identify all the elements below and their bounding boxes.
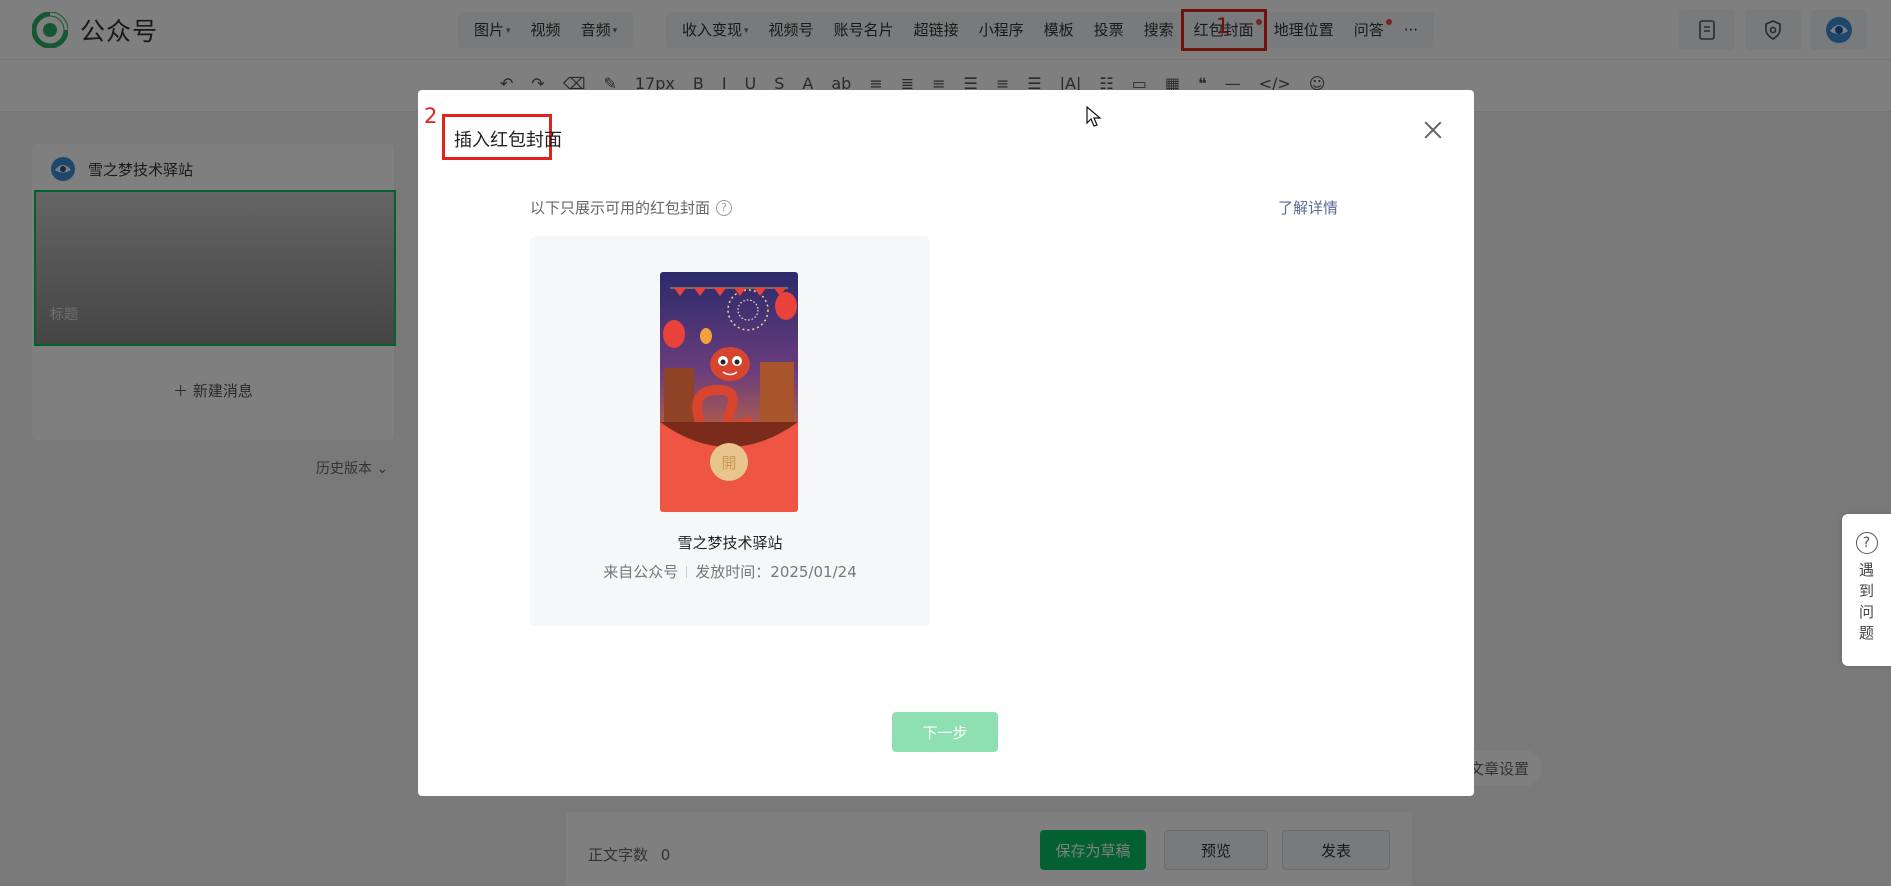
next-step-label: 下一步 [922, 723, 968, 742]
available-covers-hint: 以下只展示可用的红包封面 ? [530, 197, 733, 218]
cover-illustration: 開 [660, 272, 798, 512]
help-icon: ? [1855, 532, 1878, 554]
divider [686, 566, 688, 578]
cover-issue-time-label: 发放时间： [695, 563, 771, 581]
mouse-cursor-icon [1086, 106, 1102, 127]
learn-more-link[interactable]: 了解详情 [1278, 197, 1338, 218]
hint-text: 以下只展示可用的红包封面 [530, 199, 711, 217]
svg-text:開: 開 [721, 454, 736, 472]
cover-source: 来自公众号 [603, 563, 679, 581]
next-step-button[interactable]: 下一步 [892, 712, 998, 752]
help-label: 遇到问题 [1858, 561, 1874, 642]
cover-account-name: 雪之梦技术驿站 [677, 534, 783, 552]
help-widget[interactable]: ? 遇到问题 [1842, 514, 1891, 666]
dialog-title: 插入红包封面 [454, 130, 562, 151]
close-icon[interactable] [1414, 112, 1450, 148]
insert-red-packet-cover-dialog: 2 插入红包封面 以下只展示可用的红包封面 ? 了解详情 開 雪之梦技术驿站 来… [418, 90, 1474, 796]
help-icon[interactable]: ? [716, 199, 733, 216]
annotation-step-2: 2 [424, 104, 438, 128]
red-packet-cover-card[interactable]: 開 雪之梦技术驿站 来自公众号 发放时间：2025/01/24 [530, 236, 930, 626]
red-packet-cover-image: 開 [660, 272, 798, 512]
cover-issue-time: 2025/01/24 [770, 563, 857, 581]
cover-meta: 来自公众号 发放时间：2025/01/24 [530, 561, 930, 582]
